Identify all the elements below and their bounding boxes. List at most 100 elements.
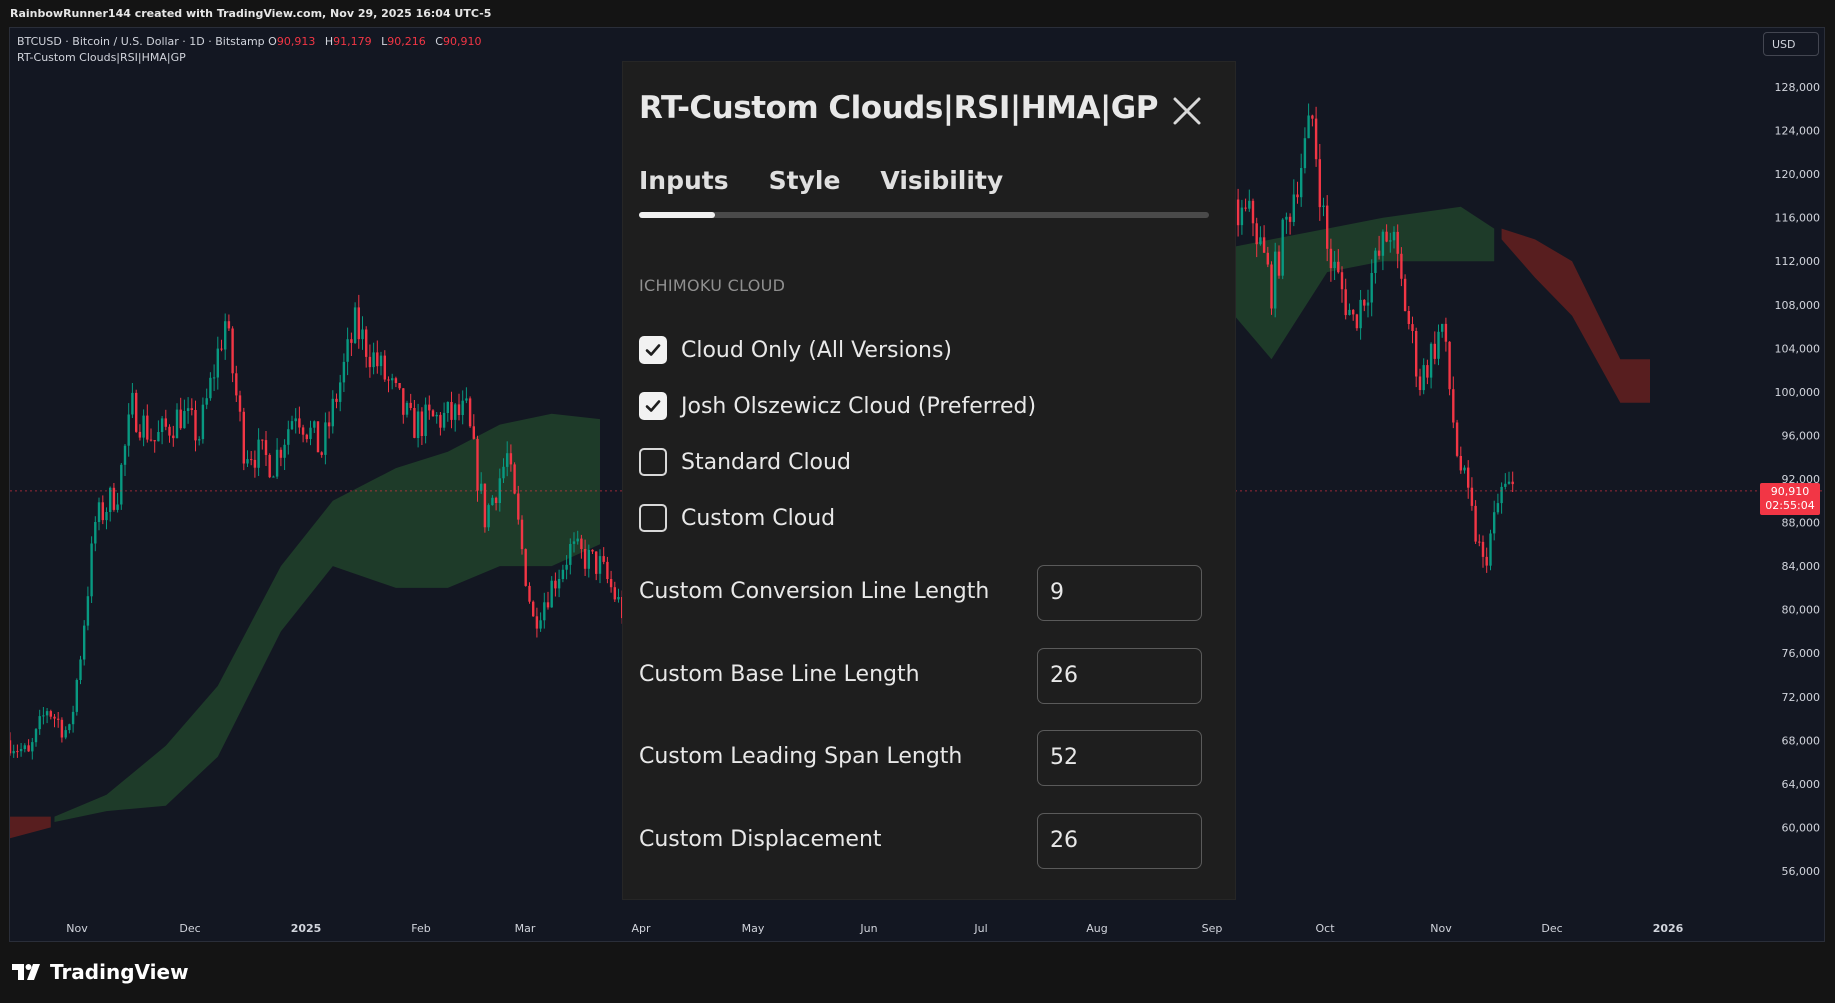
candle-body: [1262, 237, 1266, 253]
candle-body: [1311, 115, 1314, 119]
candle-body: [435, 414, 438, 417]
x-tick-label: Sep: [1202, 922, 1223, 935]
candle-body: [83, 625, 86, 660]
candle-body: [561, 569, 565, 579]
candle-body: [168, 426, 171, 436]
candle-body: [190, 408, 193, 410]
candle-body: [1300, 168, 1303, 198]
candle-body: [198, 439, 201, 441]
active-tab-indicator: [639, 212, 715, 218]
candle-body: [1240, 207, 1244, 226]
candle-body: [79, 659, 82, 680]
candle-body: [1455, 422, 1459, 456]
candle-body: [609, 579, 613, 588]
candle-body: [287, 429, 290, 445]
candle-body: [201, 404, 205, 440]
candle-body: [1322, 205, 1325, 207]
tab-inputs[interactable]: Inputs: [639, 166, 729, 195]
candle-body: [587, 549, 590, 569]
candle-body: [279, 449, 283, 458]
candle-body: [335, 398, 338, 402]
last-price-value: 90,910: [1770, 485, 1810, 498]
candle-body: [246, 459, 249, 464]
candle-body: [565, 564, 568, 570]
indicator-legend[interactable]: RT-Custom Clouds|RSI|HMA|GP: [17, 51, 186, 64]
checkbox-label: Josh Olszewicz Cloud (Preferred): [681, 393, 1037, 419]
symbol-title: BTCUSD · Bitcoin / U.S. Dollar · 1D · Bi…: [17, 35, 265, 48]
candle-body: [398, 383, 401, 389]
checkbox-box[interactable]: [639, 392, 667, 420]
candle-body: [1411, 324, 1414, 331]
candle-body: [1370, 273, 1373, 303]
base-line-length-input[interactable]: 26: [1037, 648, 1202, 704]
candle-body: [331, 398, 334, 427]
candle-body: [546, 602, 550, 608]
candle-body: [1348, 309, 1351, 315]
candle-body: [250, 459, 253, 461]
candle-body: [513, 464, 516, 494]
field-label: Custom Base Line Length: [639, 662, 920, 687]
credit-text: RainbowRunner144 created with TradingVie…: [10, 7, 492, 20]
candle-body: [506, 453, 509, 467]
y-tick-label: 128,000: [1775, 81, 1821, 94]
checkbox-josh-olszewicz-cloud[interactable]: Josh Olszewicz Cloud (Preferred): [639, 392, 1036, 420]
candle-body: [494, 497, 498, 503]
candle-body: [220, 348, 223, 350]
indicator-settings-dialog: RT-Custom Clouds|RSI|HMA|GP Inputs Style…: [623, 62, 1235, 899]
candle-body: [283, 444, 286, 458]
checkbox-standard-cloud[interactable]: Standard Cloud: [639, 448, 851, 476]
candle-body: [457, 404, 461, 415]
candle-body: [391, 378, 394, 381]
field-displacement: Custom Displacement 26: [639, 813, 1204, 869]
candle-body: [483, 483, 487, 528]
checkbox-cloud-only[interactable]: Cloud Only (All Versions): [639, 336, 952, 364]
candle-body: [1392, 231, 1396, 241]
symbol-legend[interactable]: BTCUSD · Bitcoin / U.S. Dollar · 1D · Bi…: [17, 35, 487, 48]
candle-body: [1374, 250, 1377, 273]
candle-body: [1426, 365, 1429, 378]
tab-style[interactable]: Style: [769, 166, 841, 195]
candle-body: [376, 352, 379, 367]
candle-body: [617, 597, 620, 600]
close-icon[interactable]: [1170, 94, 1204, 128]
candle-body: [1444, 323, 1448, 342]
candle-body: [216, 348, 219, 378]
currency-button[interactable]: USD: [1763, 32, 1819, 56]
candle-body: [224, 321, 227, 350]
leading-span-length-input[interactable]: 52: [1037, 730, 1202, 786]
tab-visibility[interactable]: Visibility: [880, 166, 1003, 195]
candle-body: [112, 487, 116, 510]
candle-body: [1511, 481, 1514, 485]
candle-body: [94, 522, 97, 544]
checkbox-label: Cloud Only (All Versions): [681, 337, 953, 363]
x-tick-label: Dec: [179, 922, 200, 935]
x-tick-label: Aug: [1086, 922, 1107, 935]
candle-body: [272, 476, 275, 478]
checkbox-box[interactable]: [639, 336, 667, 364]
candle-body: [309, 427, 312, 439]
open-label: O: [268, 35, 277, 48]
candle-body: [428, 404, 431, 411]
candle-body: [1385, 231, 1388, 242]
candle-body: [539, 620, 542, 629]
displacement-input[interactable]: 26: [1037, 813, 1202, 869]
candle-body: [1493, 512, 1496, 534]
candle-body: [431, 410, 435, 417]
checkmark-icon: [645, 400, 661, 412]
checkbox-box[interactable]: [639, 504, 667, 532]
y-tick-label: 76,000: [1782, 647, 1821, 660]
candle-body: [31, 742, 34, 752]
candle-body: [146, 415, 149, 440]
candle-body: [109, 487, 112, 512]
candle-body: [1437, 331, 1440, 359]
candle-body: [1474, 505, 1477, 542]
candle-body: [1314, 118, 1318, 160]
ichimoku-cloud-bearish: [10, 816, 51, 839]
candle-body: [186, 408, 190, 411]
candle-body: [580, 538, 583, 549]
checkbox-box[interactable]: [639, 448, 667, 476]
ichimoku-cloud-bullish: [54, 413, 600, 822]
candle-body: [172, 435, 175, 439]
checkbox-custom-cloud[interactable]: Custom Cloud: [639, 504, 835, 532]
conversion-line-length-input[interactable]: 9: [1037, 565, 1202, 621]
